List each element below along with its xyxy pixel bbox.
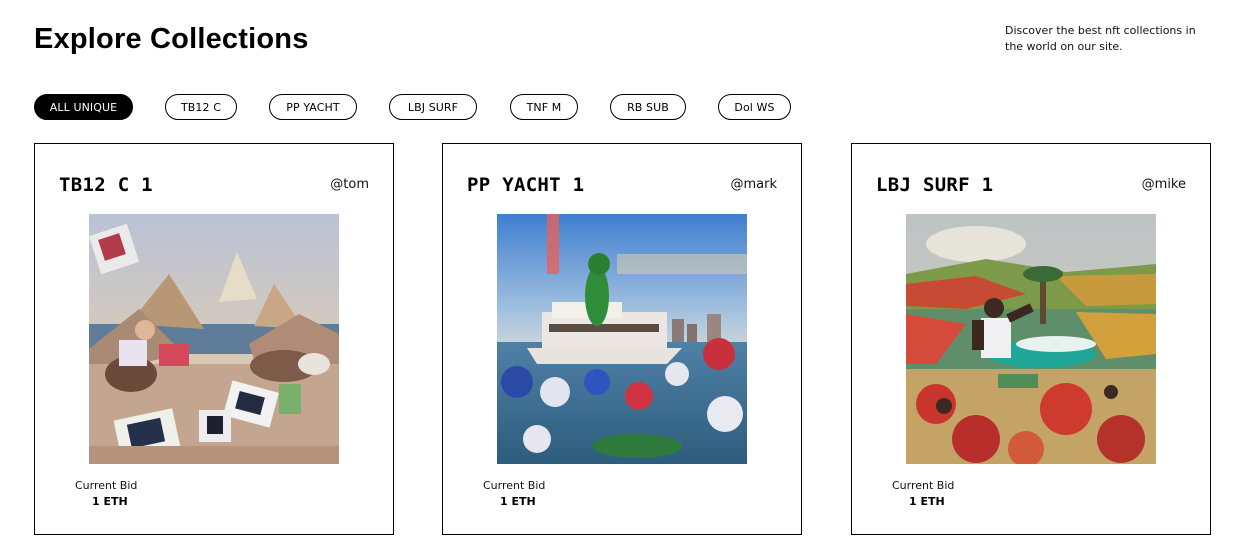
collection-card[interactable]: LBJ SURF 1 @mike Current Bid 1 ETH — [851, 143, 1211, 535]
current-bid-label: Current Bid — [75, 479, 138, 492]
current-bid-value: 1 ETH — [500, 495, 536, 508]
filter-chip-rb-sub[interactable]: RB SUB — [610, 94, 686, 120]
current-bid-label: Current Bid — [483, 479, 546, 492]
collection-filter-bar: ALL UNIQUE TB12 C PP YACHT LBJ SURF TNF … — [0, 94, 1241, 120]
card-owner-handle[interactable]: @tom — [330, 177, 369, 192]
current-bid-value: 1 ETH — [92, 495, 128, 508]
card-owner-handle[interactable]: @mike — [1142, 177, 1186, 192]
collection-card[interactable]: PP YACHT 1 @mark Current Bid 1 ETH — [442, 143, 802, 535]
filter-chip-tb12-c[interactable]: TB12 C — [165, 94, 237, 120]
card-owner-handle[interactable]: @mark — [730, 177, 777, 192]
filter-chip-dol-ws[interactable]: Dol WS — [718, 94, 791, 120]
filter-chip-pp-yacht[interactable]: PP YACHT — [269, 94, 357, 120]
card-title: LBJ SURF 1 — [876, 174, 994, 196]
page-tagline: Discover the best nft collections in the… — [1005, 24, 1196, 53]
filter-chip-lbj-surf[interactable]: LBJ SURF — [389, 94, 477, 120]
lbj-surf-painting-image[interactable] — [906, 214, 1156, 464]
tb12-painting-image[interactable] — [89, 214, 339, 464]
collection-card[interactable]: TB12 C 1 @tom Current Bid 1 ETH — [34, 143, 394, 535]
filter-chip-all-unique[interactable]: ALL UNIQUE — [34, 94, 133, 120]
card-title: TB12 C 1 — [59, 174, 153, 196]
pp-yacht-painting-image[interactable] — [497, 214, 747, 464]
current-bid-value: 1 ETH — [909, 495, 945, 508]
card-title: PP YACHT 1 — [467, 174, 585, 196]
current-bid-label: Current Bid — [892, 479, 955, 492]
page-title: Explore Collections — [34, 23, 309, 55]
filter-chip-tnf-m[interactable]: TNF M — [510, 94, 578, 120]
